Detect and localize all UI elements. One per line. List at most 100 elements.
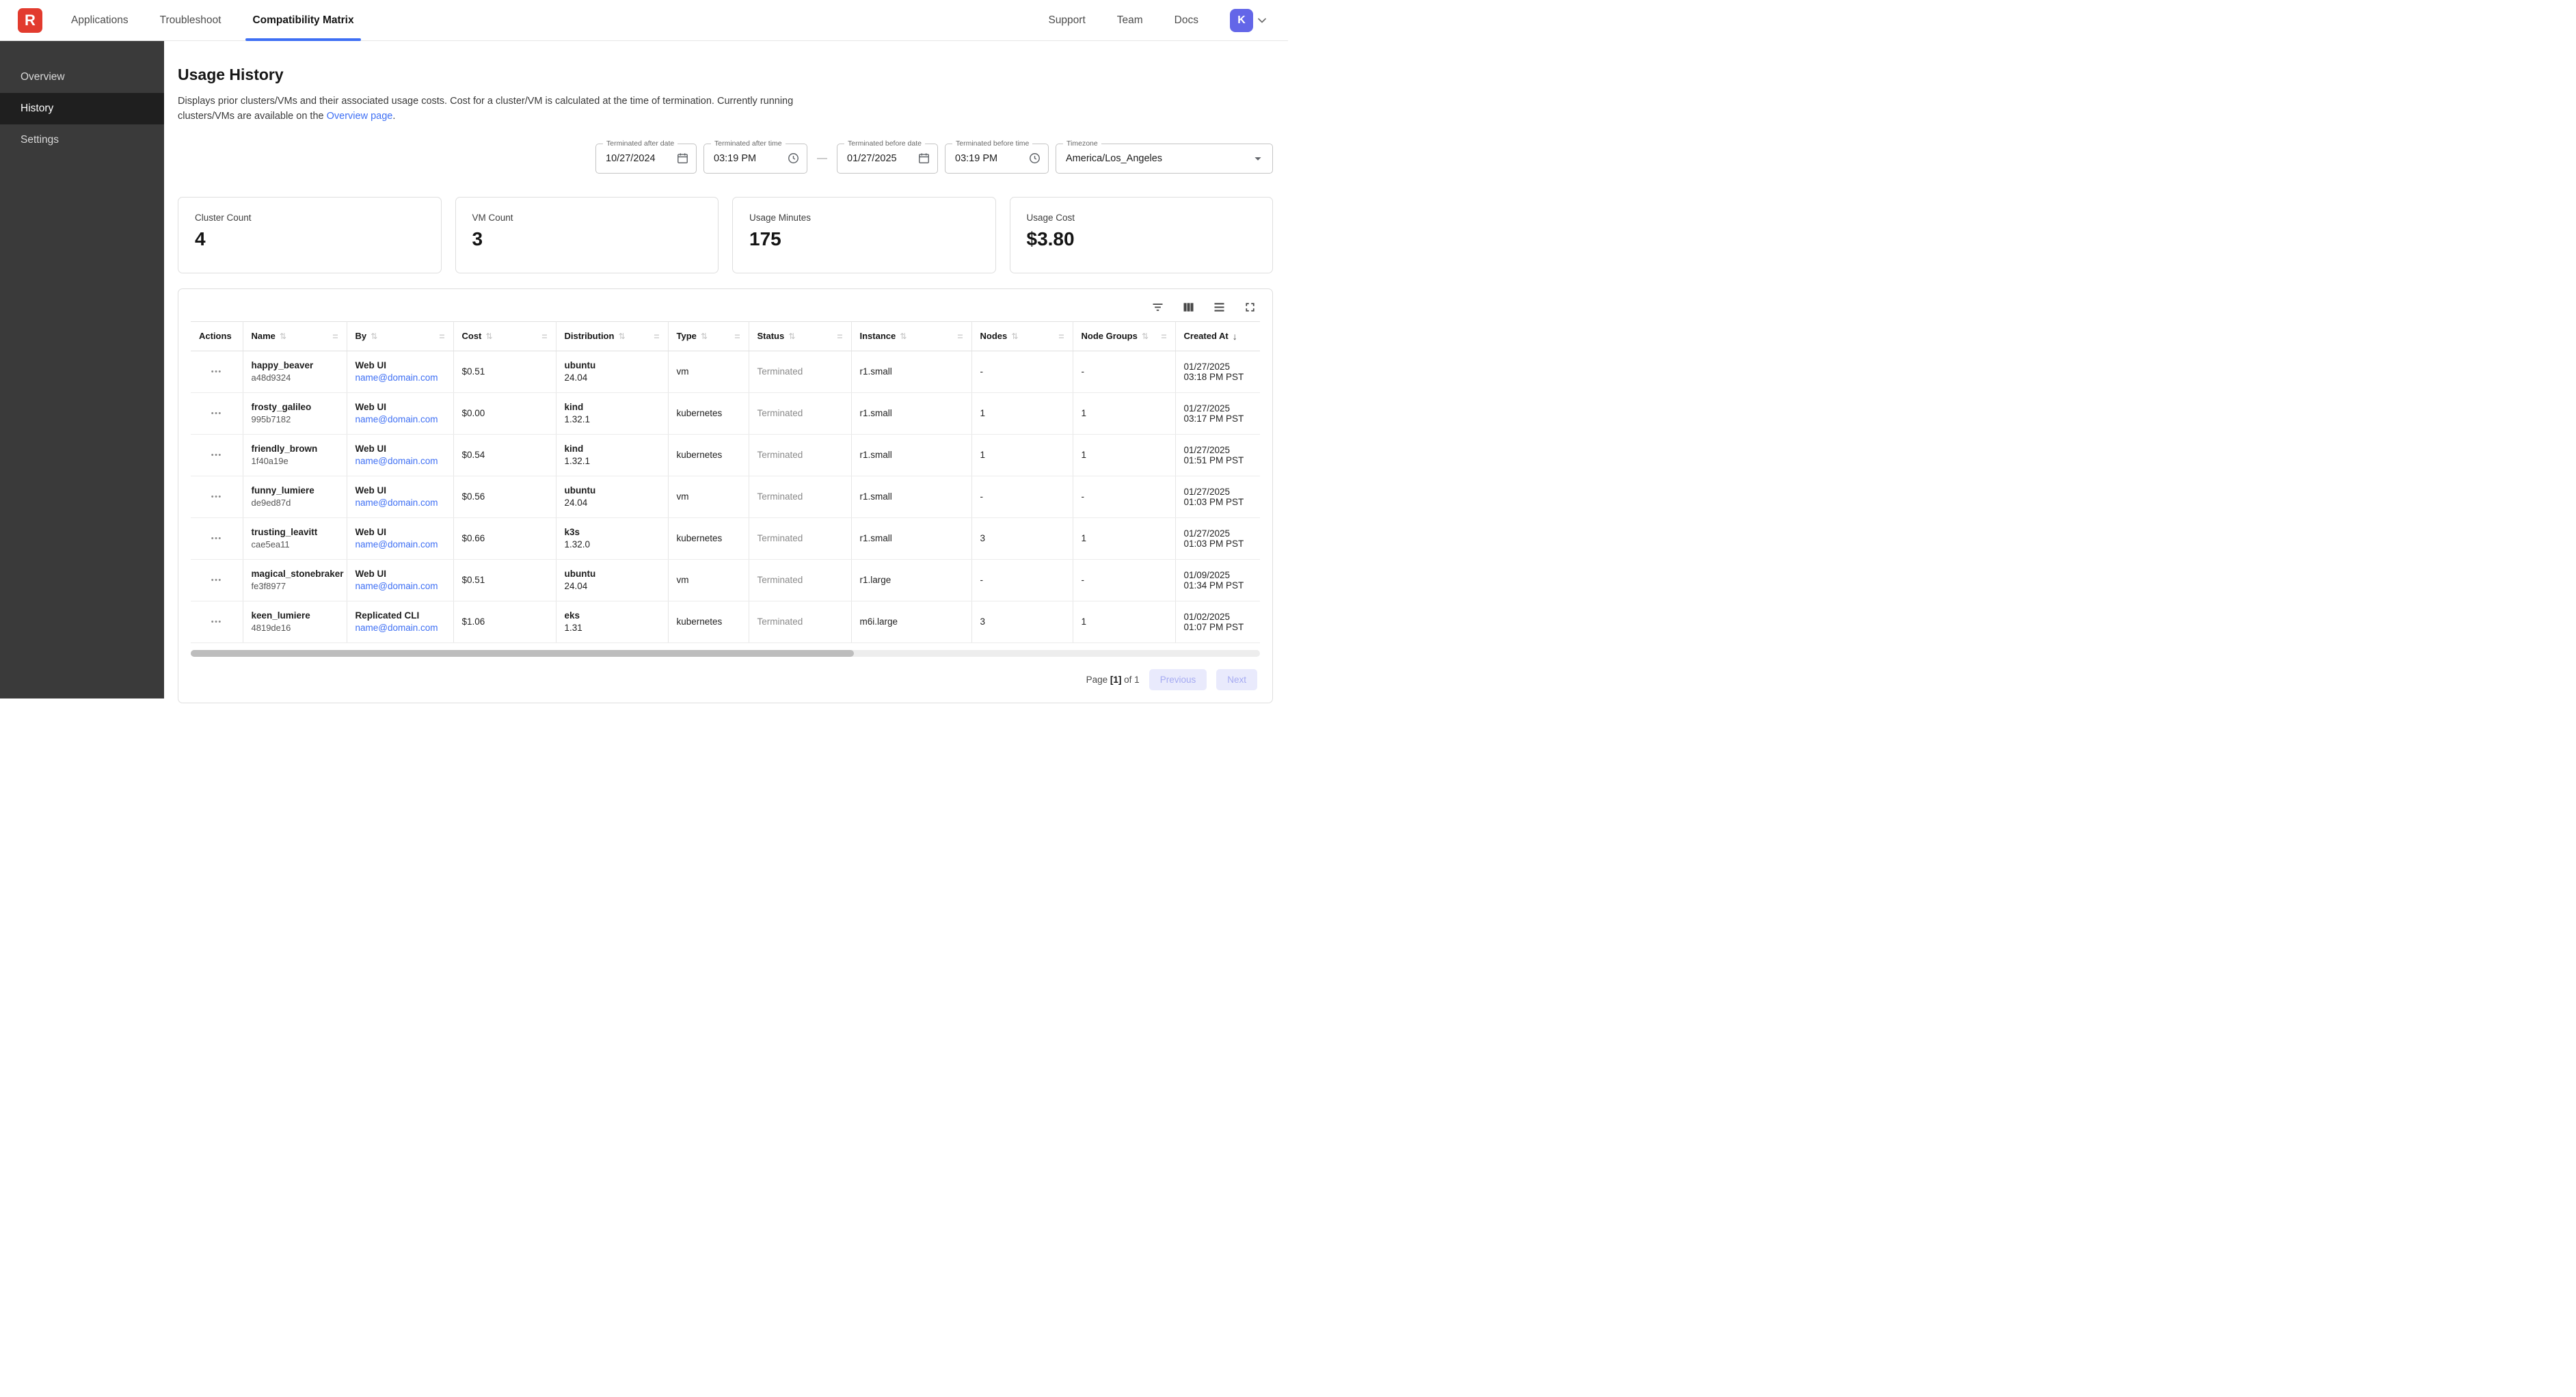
filter-icon[interactable] [1151,300,1165,314]
column-label[interactable]: Created At [1184,331,1229,341]
column-label[interactable]: Name [252,331,276,341]
sort-icon[interactable]: ⇅ [900,331,907,341]
cell-node-groups: 1 [1073,601,1175,642]
sort-icon[interactable]: ⇅ [280,331,286,341]
column-label[interactable]: By [355,331,367,341]
nav-team[interactable]: Team [1117,0,1143,40]
email-link[interactable]: name@domain.com [355,623,438,633]
cell-status: Terminated [749,392,851,434]
terminated-before-time-input[interactable]: Terminated before time 03:19 PM [945,144,1049,174]
column-label[interactable]: Type [677,331,697,341]
nav-compatibility-matrix[interactable]: Compatibility Matrix [252,0,353,40]
column-header-instance[interactable]: Instance ⇅ = [851,321,971,351]
previous-page-button[interactable]: Previous [1149,669,1207,690]
cell-node-groups: 1 [1073,392,1175,434]
calendar-icon[interactable] [676,152,689,165]
clock-icon[interactable] [1028,152,1041,165]
terminated-after-time-input[interactable]: Terminated after time 03:19 PM [703,144,807,174]
replicated-logo[interactable]: R [18,8,42,33]
column-header-node-groups[interactable]: Node Groups ⇅ = [1073,321,1175,351]
column-header-nodes[interactable]: Nodes⇅ = [971,321,1073,351]
next-page-button[interactable]: Next [1216,669,1257,690]
column-menu-icon[interactable]: = [332,331,338,342]
account-menu[interactable]: K [1230,9,1269,32]
density-icon[interactable] [1212,300,1226,314]
sort-icon[interactable]: ⇅ [1142,331,1149,341]
sidebar-item-overview[interactable]: Overview [0,62,164,93]
cell-type: kubernetes [668,392,749,434]
table-row: ••• friendly_brown1f40a19e Web UIname@do… [191,434,1260,476]
column-menu-icon[interactable]: = [837,331,842,342]
sort-icon[interactable]: ⇅ [371,331,377,341]
row-actions-button[interactable]: ••• [209,407,225,420]
sidebar-item-history[interactable]: History [0,93,164,124]
created-time: 01:34 PM PST [1184,580,1252,591]
email-link[interactable]: name@domain.com [355,414,438,424]
nav-docs[interactable]: Docs [1175,0,1198,40]
sort-desc-icon[interactable]: ↓ [1233,331,1237,342]
column-header-distribution[interactable]: Distribution⇅ = [556,321,668,351]
column-menu-icon[interactable]: = [541,331,547,342]
stat-label: Usage Cost [1027,213,1257,223]
email-link[interactable]: name@domain.com [355,456,438,466]
sort-icon[interactable]: ⇅ [701,331,708,341]
timezone-select[interactable]: Timezone America/Los_Angeles [1056,144,1273,174]
fullscreen-icon[interactable] [1243,300,1257,314]
cell-by: Web UIname@domain.com [347,559,453,601]
sort-icon[interactable]: ⇅ [485,331,492,341]
cluster-id: de9ed87d [252,498,338,508]
row-actions-button[interactable]: ••• [209,573,225,587]
email-link[interactable]: name@domain.com [355,372,438,383]
row-actions-button[interactable]: ••• [209,448,225,462]
terminated-before-date-input[interactable]: Terminated before date 01/27/2025 [837,144,938,174]
cell-cost: $0.00 [453,392,556,434]
sort-icon[interactable]: ⇅ [788,331,795,341]
column-label[interactable]: Instance [860,331,896,341]
column-header-cost[interactable]: Cost⇅ = [453,321,556,351]
nav-applications[interactable]: Applications [71,0,129,40]
nav-support[interactable]: Support [1048,0,1085,40]
terminated-after-date-input[interactable]: Terminated after date 10/27/2024 [595,144,697,174]
horizontal-scrollbar[interactable] [191,650,1260,657]
column-label[interactable]: Distribution [565,331,615,341]
column-menu-icon[interactable]: = [957,331,963,342]
chevron-down-icon[interactable] [1255,14,1269,27]
cell-type: kubernetes [668,517,749,559]
row-actions-button[interactable]: ••• [209,490,225,504]
sidebar-item-settings[interactable]: Settings [0,124,164,156]
column-header-created-at[interactable]: Created At ↓ [1175,321,1260,351]
column-menu-icon[interactable]: = [734,331,740,342]
scrollbar-thumb[interactable] [191,650,854,657]
column-header-name[interactable]: Name ⇅ = [243,321,347,351]
column-label[interactable]: Node Groups [1082,331,1138,341]
sort-icon[interactable]: ⇅ [618,331,625,341]
dropdown-arrow-icon[interactable] [1250,151,1265,166]
column-menu-icon[interactable]: = [1058,331,1064,342]
column-header-status[interactable]: Status⇅ = [749,321,851,351]
email-link[interactable]: name@domain.com [355,539,438,550]
clock-icon[interactable] [787,152,800,165]
email-link[interactable]: name@domain.com [355,581,438,591]
column-label[interactable]: Nodes [980,331,1008,341]
overview-page-link[interactable]: Overview page [327,111,393,122]
column-label[interactable]: Status [757,331,785,341]
column-menu-icon[interactable]: = [654,331,659,342]
columns-icon[interactable] [1181,300,1196,314]
column-header-type[interactable]: Type ⇅ = [668,321,749,351]
avatar[interactable]: K [1230,9,1253,32]
column-menu-icon[interactable]: = [1161,331,1166,342]
email-link[interactable]: name@domain.com [355,498,438,508]
calendar-icon[interactable] [917,152,930,165]
created-date: 01/27/2025 [1184,528,1252,539]
row-actions-button[interactable]: ••• [209,532,225,545]
row-actions-button[interactable]: ••• [209,615,225,629]
sort-icon[interactable]: ⇅ [1011,331,1018,341]
column-label[interactable]: Cost [462,331,482,341]
row-actions-button[interactable]: ••• [209,365,225,379]
cluster-name: keen_lumiere [252,610,338,621]
column-menu-icon[interactable]: = [439,331,444,342]
cell-by: Web UIname@domain.com [347,476,453,517]
column-header-by[interactable]: By ⇅ = [347,321,453,351]
nav-troubleshoot[interactable]: Troubleshoot [160,0,222,40]
stat-value: 175 [749,228,979,250]
